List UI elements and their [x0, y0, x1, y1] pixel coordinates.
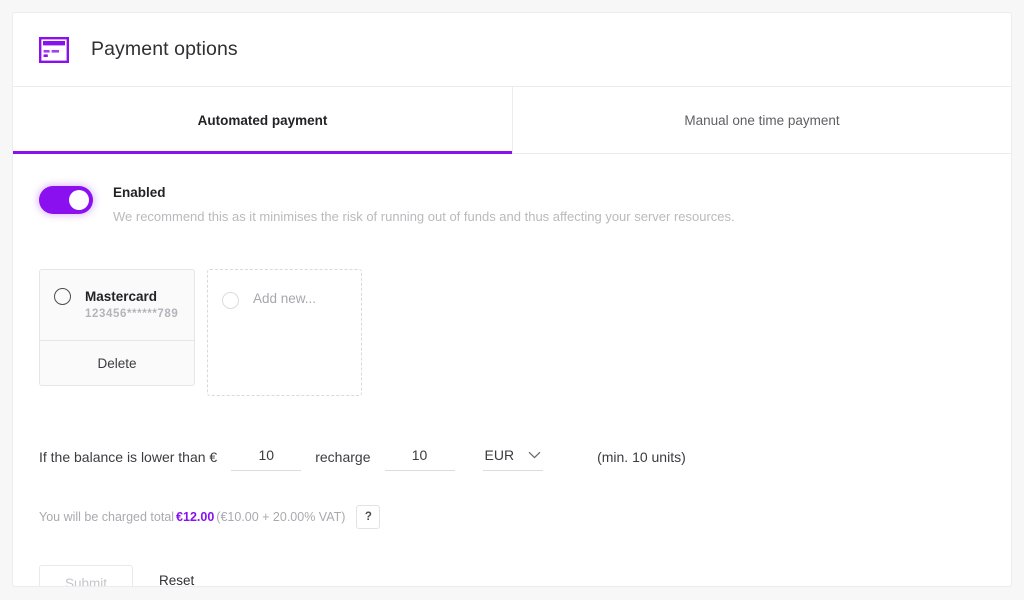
saved-card-option[interactable]: Mastercard 123456******789 Delete	[39, 269, 195, 386]
enabled-toggle-texts: Enabled We recommend this as it minimise…	[113, 184, 735, 225]
add-new-card-option[interactable]: Add new...	[207, 269, 362, 396]
charge-total-amount: €12.00	[176, 510, 214, 524]
delete-card-button[interactable]: Delete	[40, 340, 194, 385]
balance-threshold-input[interactable]	[231, 443, 301, 471]
currency-select[interactable]: EUR	[483, 443, 544, 471]
toggle-knob	[69, 190, 89, 210]
minimum-units-note: (min. 10 units)	[597, 449, 686, 465]
currency-select-value: EUR	[485, 447, 515, 463]
help-button[interactable]: ?	[356, 505, 380, 529]
saved-card-number: 123456******789	[85, 308, 180, 320]
charge-total-prefix: You will be charged total	[39, 510, 174, 524]
delete-card-label: Delete	[97, 356, 136, 371]
saved-card-headline: Mastercard	[54, 288, 180, 305]
form-actions: Submit Reset	[39, 565, 985, 587]
add-new-card-label: Add new...	[253, 291, 316, 306]
submit-button[interactable]: Submit	[39, 565, 133, 587]
chevron-down-icon	[528, 451, 541, 459]
balance-threshold-label: If the balance is lower than €	[39, 449, 217, 465]
tab-automated-payment-label: Automated payment	[198, 113, 328, 128]
enabled-description: We recommend this as it minimises the ri…	[113, 208, 735, 225]
enabled-toggle-row: Enabled We recommend this as it minimise…	[39, 184, 985, 225]
panel-header: Payment options	[13, 13, 1011, 87]
payment-options-panel: Payment options Automated payment Manual…	[12, 12, 1012, 587]
tab-automated-payment[interactable]: Automated payment	[13, 87, 512, 153]
recharge-label: recharge	[315, 449, 370, 465]
credit-card-icon	[39, 37, 69, 63]
recharge-rule-row: If the balance is lower than € recharge …	[39, 443, 985, 471]
reset-button[interactable]: Reset	[155, 573, 198, 588]
saved-card-radio[interactable]	[54, 288, 71, 305]
enabled-label: Enabled	[113, 184, 735, 202]
tab-manual-one-time-payment-label: Manual one time payment	[684, 113, 839, 128]
add-new-card-radio[interactable]	[222, 292, 239, 309]
saved-card-details: Mastercard 123456******789	[40, 270, 194, 340]
tab-manual-one-time-payment[interactable]: Manual one time payment	[512, 87, 1011, 153]
charge-total-row: You will be charged total €12.00 (€10.00…	[39, 505, 985, 529]
help-button-label: ?	[365, 511, 372, 523]
payment-method-picker: Mastercard 123456******789 Delete Add ne…	[39, 269, 985, 396]
payment-tabs: Automated payment Manual one time paymen…	[13, 87, 1011, 154]
saved-card-brand: Mastercard	[85, 289, 157, 304]
enabled-toggle[interactable]	[39, 186, 93, 214]
page-title: Payment options	[91, 38, 238, 61]
automated-payment-panel: Enabled We recommend this as it minimise…	[13, 154, 1011, 587]
charge-total-breakdown: (€10.00 + 20.00% VAT)	[216, 510, 345, 524]
recharge-amount-input[interactable]	[385, 443, 455, 471]
